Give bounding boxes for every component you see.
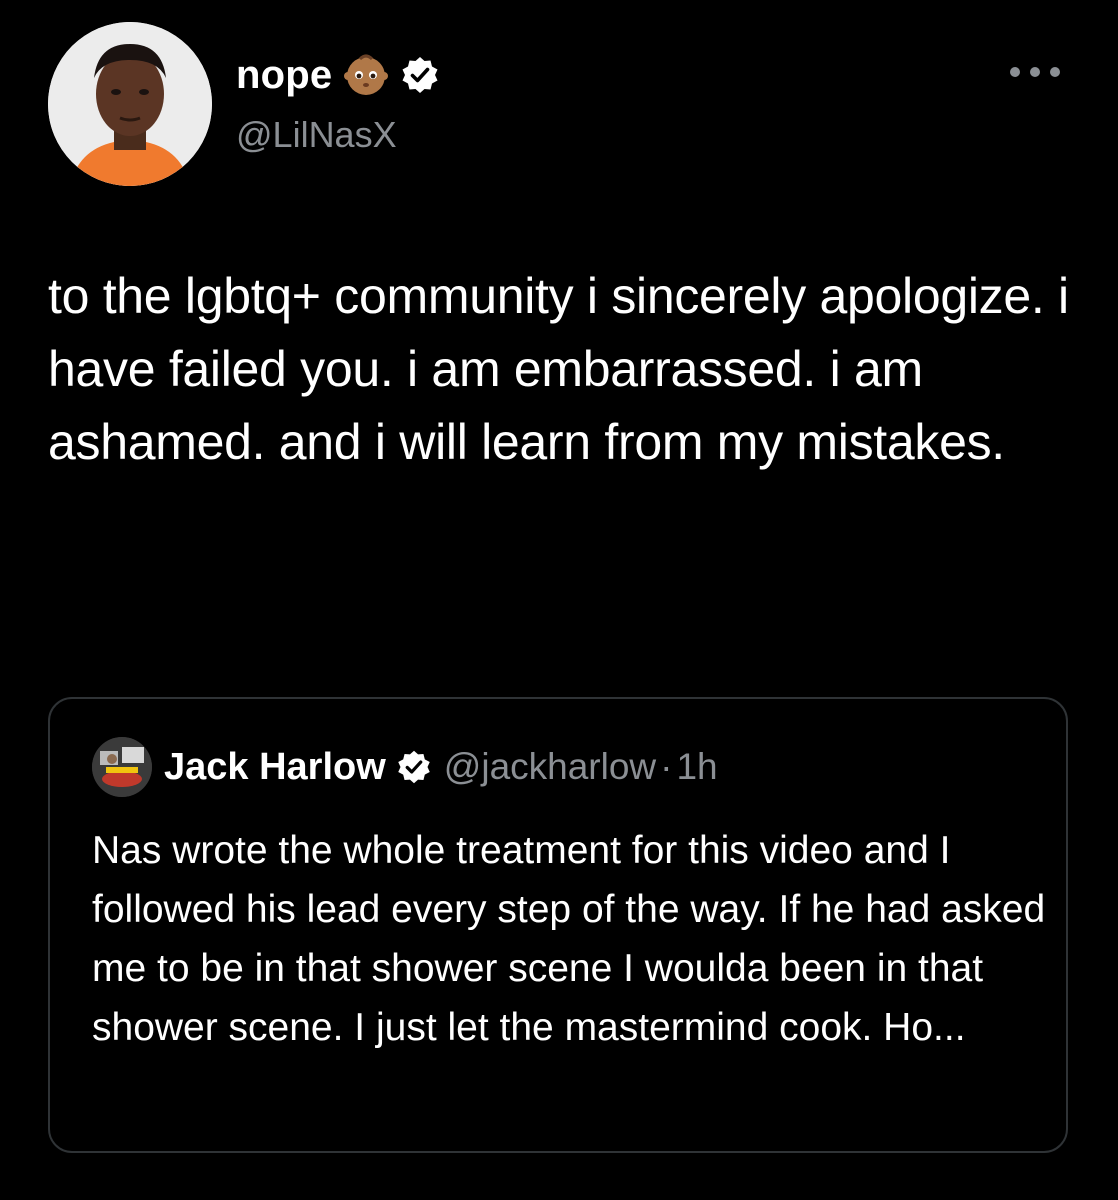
author-avatar-image bbox=[48, 22, 212, 186]
quoted-tweet-header: Jack Harlow @jackharlow · 1h bbox=[92, 737, 718, 797]
quoted-author-handle[interactable]: @jackharlow bbox=[444, 746, 656, 788]
quoted-tweet-card[interactable]: Jack Harlow @jackharlow · 1h Nas wrote t… bbox=[48, 697, 1068, 1153]
author-avatar[interactable] bbox=[48, 22, 212, 186]
quoted-tweet-text: Nas wrote the whole treatment for this v… bbox=[92, 829, 1046, 1049]
author-display-name[interactable]: nope bbox=[236, 53, 332, 98]
author-name-row: nope bbox=[236, 50, 440, 100]
tweet-text: to the lgbtq+ community i sincerely apol… bbox=[48, 268, 1069, 470]
verified-badge-icon bbox=[398, 750, 430, 784]
more-options-icon[interactable] bbox=[1006, 60, 1064, 84]
baby-face-emoji-icon bbox=[344, 54, 389, 95]
quoted-tweet-separator: · bbox=[660, 746, 673, 787]
quoted-author-display-name[interactable]: Jack Harlow bbox=[164, 746, 386, 789]
author-handle[interactable]: @LilNasX bbox=[236, 114, 397, 156]
verified-badge-icon bbox=[402, 57, 438, 93]
quoted-author-avatar-image bbox=[92, 737, 152, 797]
quoted-tweet-timestamp[interactable]: 1h bbox=[676, 746, 717, 788]
quoted-author-avatar bbox=[92, 737, 152, 797]
